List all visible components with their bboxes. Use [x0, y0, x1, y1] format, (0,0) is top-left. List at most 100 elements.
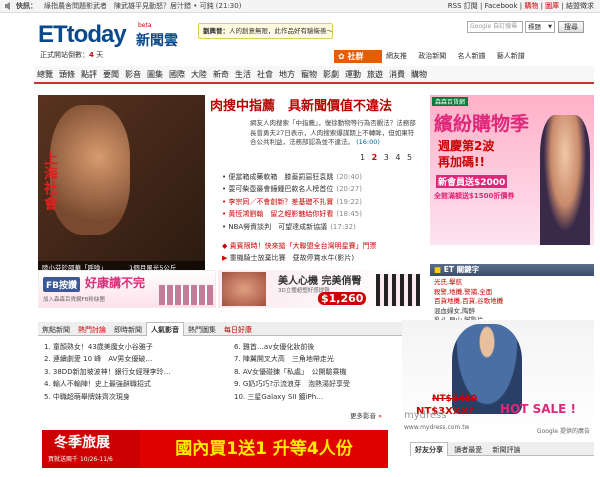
- nav-item[interactable]: 社會: [257, 66, 273, 84]
- mydress-ad[interactable]: NT$6480 NT$3XXX? HOT SALE ! mydress www.…: [402, 320, 594, 438]
- nav-item[interactable]: 國際: [169, 66, 185, 84]
- nav-item[interactable]: 圖集: [147, 66, 163, 84]
- promo-link[interactable]: ▶ 重機騎士放棄比賽 昼故停賞水牛(影片): [222, 252, 427, 264]
- bogo-ad[interactable]: 國內買1送1 升等4人份: [140, 430, 388, 468]
- pager-item[interactable]: 4: [395, 153, 400, 162]
- society-link[interactable]: 政治新聞: [418, 52, 446, 60]
- tab-comments[interactable]: 新聞評論: [488, 443, 524, 457]
- fb-ad[interactable]: FB按讚 好康講不完 加入森森百貨網FB粉絲團: [38, 270, 216, 308]
- nav-item[interactable]: 消費: [389, 66, 405, 84]
- media-item[interactable]: 10. 三星Galaxy SII 鍍iPh…: [234, 391, 424, 403]
- society-link[interactable]: 藝人新譜: [497, 52, 525, 60]
- nav-item[interactable]: 地方: [279, 66, 295, 84]
- gallery-link[interactable]: 圖庫: [545, 2, 559, 10]
- beauty-title: 美人心機 完美俏臀: [278, 276, 362, 287]
- tab-media[interactable]: 每日好康: [220, 323, 256, 337]
- beauty-price: $1,260: [318, 292, 367, 305]
- fb-text: 好康講不完: [85, 276, 146, 290]
- keywords-box: ■ ET 關鍵字 光氏,擊航 殺警,地攤,警捕,全面 百貨地攤,百貨,谷歌地攤 混血婦…: [430, 264, 594, 324]
- tab-favorite[interactable]: 讀者最愛: [450, 443, 486, 457]
- search-button[interactable]: 搜尋: [558, 21, 584, 33]
- keyword-item[interactable]: 光氏,擊航: [434, 278, 590, 288]
- legs-image: [376, 274, 420, 306]
- headline-summary: 網友人肉搜索「中指薦」，復徐動物等行為否觀法？法務部長曾勇夫27日表示，人肉搜索…: [250, 119, 416, 146]
- top-links: RSS 訂閱 | Facebook | 購物 | 圖庫 | 結盟徵求: [447, 2, 594, 10]
- pager-item[interactable]: 1: [360, 153, 365, 162]
- keywords-title: ■ ET 關鍵字: [430, 264, 594, 276]
- tab-media[interactable]: 焦點新聞: [38, 323, 74, 337]
- nav-item[interactable]: 總覽: [37, 66, 53, 84]
- beauty-ad[interactable]: 美人心機 完美俏臀 3D立體超塑好感提臀 $1,260: [218, 270, 424, 308]
- media-list-left: 1. 童顏熟女！43歲美魔女小谷雅子 2. 連續劇愛 10 峰 AV男女優破… 3.…: [44, 341, 234, 403]
- tab-media[interactable]: 人氣影音: [146, 322, 184, 336]
- nav-item[interactable]: 旅遊: [367, 66, 383, 84]
- pager-item[interactable]: 3: [384, 153, 389, 162]
- media-more-link[interactable]: 更多影音 »: [350, 410, 382, 420]
- news-item[interactable]: • 便當箱成藥軟箱 膝蓋罰惡狂袁跳 (20:40): [222, 171, 422, 183]
- arrow-right-icon: »: [378, 412, 383, 420]
- ad-title: 繽紛購物季: [434, 113, 530, 135]
- travel-title: 冬季旅展: [54, 435, 110, 451]
- nav-item[interactable]: 生活: [235, 66, 251, 84]
- media-item[interactable]: 2. 連續劇愛 10 峰 AV男女優破…: [44, 353, 234, 365]
- society-link[interactable]: 網友推: [386, 52, 407, 60]
- media-item[interactable]: 8. AV女優碰鍊「私處」 公開驗乘機: [234, 366, 424, 378]
- media-list-right: 6. 雞首…av女優化妝前後 7. 陣翼開叉大高 三角地帶走光 8. AV女優碰鍊「…: [234, 341, 424, 403]
- square-icon: ■: [434, 265, 442, 274]
- keyword-item[interactable]: 百貨地攤,百貨,谷歌地攤: [434, 297, 590, 307]
- search-select[interactable]: 標題 ▼: [525, 21, 555, 33]
- media-item[interactable]: 4. 輸人不輸陣！史上最強辭職招式: [44, 378, 234, 390]
- media-item[interactable]: 1. 童顏熟女！43歲美魔女小谷雅子: [44, 341, 234, 353]
- products-image: [159, 285, 213, 305]
- nav-item[interactable]: 影劇: [323, 66, 339, 84]
- media-item[interactable]: 9. G奶巧巧?示流浪芽 泡熱湯好享受: [234, 378, 424, 390]
- news-item[interactable]: • NBA勞資談判 可望達成新協議 (17:32): [222, 221, 422, 233]
- news-item[interactable]: • 耍可柴壺最會鐘鍾巴款名人榜首位 (20:27): [222, 183, 422, 195]
- mydress-url: www.mydress.com.tw: [404, 424, 470, 431]
- keyword-item[interactable]: 殺警,地攤,警捕,全面: [434, 288, 590, 298]
- media-item[interactable]: 7. 陣翼開叉大高 三角地帶走光: [234, 353, 424, 365]
- tab-media[interactable]: 即時新聞: [110, 323, 146, 337]
- nav-item[interactable]: 點評: [81, 66, 97, 84]
- pager-item[interactable]: 5: [407, 153, 412, 162]
- nav-item[interactable]: 影音: [125, 66, 141, 84]
- nav-item[interactable]: 要聞: [103, 66, 119, 84]
- nav-item[interactable]: 購物: [411, 66, 427, 84]
- society-link[interactable]: 名人新譜: [457, 52, 485, 60]
- shopping-link[interactable]: 購物: [524, 2, 538, 10]
- tab-share[interactable]: 好友分享: [410, 442, 448, 456]
- shopping-ad[interactable]: 森森百貨網 繽紛購物季 週慶第2波 再加碼!! 新會員送$2000 全館滿額送$…: [430, 95, 594, 245]
- media-item[interactable]: 3. 38DD新加坡波神！銀行女經理李玲…: [44, 366, 234, 378]
- travel-ad[interactable]: 冬季旅展 買就送兩千 10/26-11/6: [42, 430, 140, 468]
- mydress-brand: mydress: [404, 410, 447, 421]
- headline-title[interactable]: 肉搜中指薦 具新聞價值不違法: [210, 95, 420, 114]
- nav-item[interactable]: 運動: [345, 66, 361, 84]
- logo[interactable]: ETtoday: [38, 21, 127, 49]
- alliance-link[interactable]: 結盟徵求: [566, 2, 594, 10]
- society-label: ✿ 社群: [334, 50, 382, 63]
- keyword-item[interactable]: 混血婦女,陶醉: [434, 307, 590, 317]
- promo-links: ◆ 貴賓限時！快來搶「大聯盟全台灣明星賽」門票 ▶ 重機騎士放棄比賽 昼故停賞水…: [222, 240, 427, 264]
- nav-item[interactable]: 頭條: [59, 66, 75, 84]
- google-ads-label[interactable]: Google 提供的廣告: [537, 426, 590, 435]
- search-input[interactable]: Google 自訂搜尋: [467, 21, 523, 33]
- promo-link[interactable]: ◆ 貴賓限時！快來搶「大聯盟全台灣明星賽」門票: [222, 240, 427, 252]
- news-item[interactable]: • 李宗同／不會創新？差基礎不扎實 (19:22): [222, 196, 422, 208]
- top-bar: 快訊： 綠指農舍問題影武者 陳武雄平見動怒？居汁錯 • 可鈍 (21:30) R…: [0, 0, 600, 13]
- facebook-link[interactable]: Facebook: [485, 2, 518, 10]
- tab-media[interactable]: 熱門圖集: [184, 323, 220, 337]
- feature-photo[interactable]: 上海社會 陸小芬於邵華「呼喚」 1個月風光5公斤: [38, 95, 205, 275]
- pager-item-active[interactable]: 2: [372, 153, 378, 162]
- quote-bubble[interactable]: 劉興晉：人的創意無限，此作品好有驗衛羨～: [198, 23, 333, 39]
- flash-news-link[interactable]: 綠指農舍問題影武者 陳武雄平見動怒？居汁錯 • 可鈍 (21:30): [44, 0, 241, 12]
- news-item[interactable]: • 黃恆鴻劉翰 留之輕影魅給你好看 (18:45): [222, 208, 422, 220]
- media-item[interactable]: 6. 雞首…av女優化妝前後: [234, 341, 424, 353]
- mydress-sale: HOT SALE !: [500, 402, 577, 416]
- media-item[interactable]: 5. 中職超萌舉牌妹齊次現身: [44, 391, 234, 403]
- rss-link[interactable]: RSS 訂閱: [448, 2, 478, 10]
- travel-sub: 買就送兩千 10/26-11/6: [48, 456, 113, 463]
- nav-item[interactable]: 大陸: [191, 66, 207, 84]
- nav-item[interactable]: 新奇: [213, 66, 229, 84]
- nav-item[interactable]: 寵物: [301, 66, 317, 84]
- tab-media[interactable]: 熱門討論: [74, 323, 110, 337]
